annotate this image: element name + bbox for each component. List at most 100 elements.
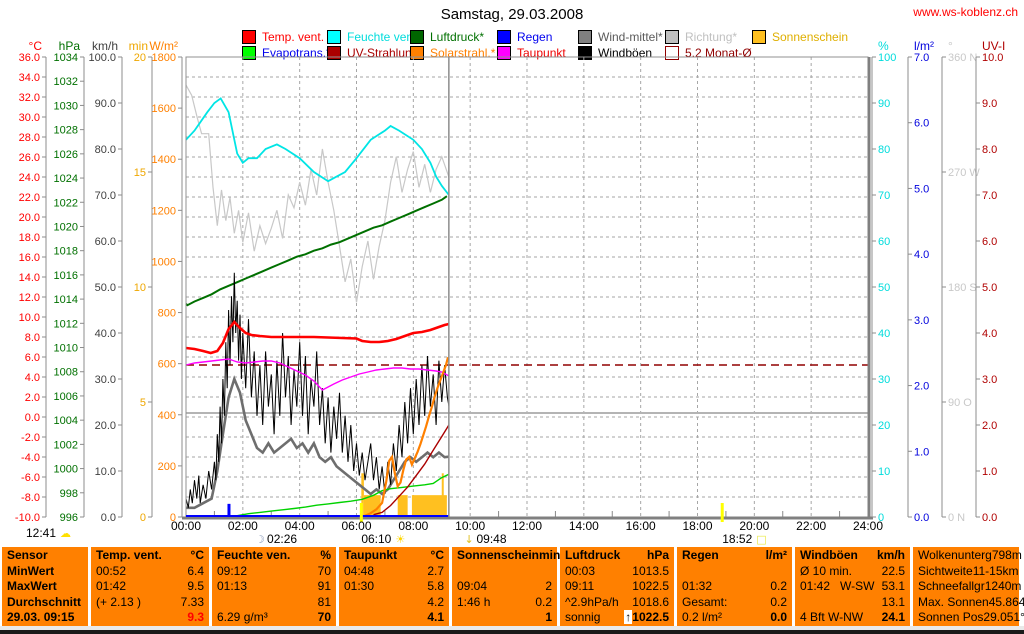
- svg-text:1024: 1024: [54, 173, 78, 185]
- table-cell: 2: [545, 579, 552, 593]
- svg-text:26.0: 26.0: [19, 152, 40, 164]
- table-col-sensor: Sensor MinWert MaxWert Durchschnitt 29.03. 0…: [2, 547, 88, 626]
- axis-hpa: hPa1034 1032 1030 1028 1026 1024 1022 1020 1018 1…: [54, 39, 85, 524]
- table-cell: Gesamt:: [682, 594, 728, 609]
- svg-text:1034: 1034: [54, 52, 78, 64]
- sun-icon: ☀: [395, 533, 405, 546]
- table-col-taupunkt: Taupunkt °C 04:48 2.7 01:30 5.8 4.2 4.1: [339, 547, 449, 626]
- table-cell: Sonnen Pos: [918, 610, 984, 624]
- table-cell: 6.29 g/m³: [217, 610, 268, 624]
- x-tick-label: 00:00: [171, 519, 201, 533]
- svg-text:20: 20: [878, 420, 890, 432]
- sun-cloud-icon: ☁: [60, 527, 71, 540]
- table-col-info: Wolkenunterg 798m Sichtweite 11-15km Schneef…: [913, 547, 1024, 626]
- svg-text:%: %: [878, 39, 889, 53]
- svg-text:09:48: 09:48: [476, 532, 506, 546]
- table-cell: min: [539, 548, 561, 562]
- svg-text:90.0: 90.0: [95, 98, 116, 110]
- table-cell: 11-15km: [972, 563, 1019, 578]
- svg-text:90 O: 90 O: [948, 397, 972, 409]
- window-edge-dark: [0, 630, 1024, 634]
- svg-text:180 S: 180 S: [948, 282, 977, 294]
- series-wind-mittel: [186, 375, 450, 510]
- weather-chart: °C36.0 34.0 32.0 30.0 28.0 26.0 24.0 22.0 20.0 18…: [15, 39, 1005, 546]
- sun-event-annotation: 06:10 ☀: [361, 532, 405, 546]
- axis-dir: °360 N270 W180 S90 O0 N: [941, 39, 980, 524]
- sunshine-bar: [411, 495, 447, 517]
- table-cell: °C: [190, 548, 204, 562]
- table-cell: 1013.5: [632, 563, 669, 578]
- table-cell: 45.864°: [988, 594, 1024, 609]
- sensor-summary-table: Sensor MinWert MaxWert Durchschnitt 29.03. 0…: [2, 547, 1024, 626]
- svg-text:7.0: 7.0: [982, 190, 997, 202]
- svg-text:1026: 1026: [54, 149, 78, 161]
- table-cell: (+ 2.13 ): [96, 594, 142, 609]
- svg-text:1400: 1400: [152, 154, 176, 166]
- svg-text:1030: 1030: [54, 100, 78, 112]
- svg-text:10.0: 10.0: [982, 52, 1003, 64]
- x-tick-label: 18:00: [682, 519, 712, 533]
- sun-event-annotation: 12:41 ☁: [26, 526, 71, 540]
- svg-text:°C: °C: [29, 39, 43, 53]
- svg-text:2.0: 2.0: [25, 392, 40, 404]
- svg-text:1018: 1018: [54, 246, 78, 258]
- svg-text:70.0: 70.0: [95, 190, 116, 202]
- table-cell: 53.1: [881, 579, 905, 593]
- moon-down-icon: ☽: [255, 533, 265, 546]
- weather-chart-page: Samstag, 29.03.2008 www.ws-koblenz.ch Te…: [0, 0, 1024, 634]
- svg-text:0.0: 0.0: [914, 512, 929, 524]
- svg-text:8.0: 8.0: [25, 332, 40, 344]
- svg-text:1002: 1002: [54, 439, 78, 451]
- table-cell: 00:03: [565, 563, 596, 578]
- svg-text:90: 90: [878, 98, 890, 110]
- table-cell: Schneefallgr: [918, 579, 985, 593]
- table-cell: 7.33: [180, 594, 204, 609]
- table-cell: 81: [317, 594, 331, 609]
- table-cell: 1240m: [984, 579, 1022, 593]
- table-cell: Wolkenunterg: [918, 548, 992, 562]
- table-cell: 01:42: [96, 579, 127, 593]
- svg-text:min: min: [129, 39, 148, 53]
- x-tick-label: 10:00: [455, 519, 485, 533]
- table-col-luftdruck: Luftdruck hPa 00:03 1013.5 09:11 1022.5 ^2.9hP…: [560, 547, 674, 626]
- svg-text:0 N: 0 N: [948, 512, 965, 524]
- svg-text:16.0: 16.0: [19, 252, 40, 264]
- svg-text:1.0: 1.0: [914, 446, 929, 458]
- svg-text:40.0: 40.0: [95, 328, 116, 340]
- series-richtung: [185, 84, 450, 303]
- svg-text:-8.0: -8.0: [21, 492, 40, 504]
- table-cell: 29.03. 09:15: [7, 610, 75, 624]
- table-cell: Luftdruck: [565, 548, 621, 562]
- svg-text:1016: 1016: [54, 270, 78, 282]
- table-cell: ^2.9hPa/h: [565, 594, 619, 609]
- svg-text:800: 800: [158, 308, 176, 320]
- table-cell: Temp. vent.: [96, 548, 162, 562]
- svg-text:1006: 1006: [54, 391, 78, 403]
- svg-text:6.0: 6.0: [982, 236, 997, 248]
- svg-text:-4.0: -4.0: [21, 452, 40, 464]
- svg-text:34.0: 34.0: [19, 72, 40, 84]
- table-cell: 1018.6: [632, 594, 669, 609]
- table-col-feuchte-ven-: Feuchte ven.% 09:12 70 01:13 91 81 6.29 g/m³ 70: [212, 547, 336, 626]
- svg-text:1200: 1200: [152, 205, 176, 217]
- table-cell: ↑1022.5: [624, 610, 669, 624]
- svg-text:1012: 1012: [54, 318, 78, 330]
- svg-text:5: 5: [140, 397, 146, 409]
- axis-wm2: W/m²180016001400120010008006004002000: [149, 39, 183, 524]
- table-cell: km/h: [876, 548, 905, 562]
- table-cell: 1022.5: [632, 579, 669, 593]
- table-cell: 91: [317, 579, 331, 593]
- table-col-regen: Regen l/m² 01:32 0.2 Gesamt: 0.2 0.2 l/m² 0.0: [677, 547, 792, 626]
- sunshine-bar: [441, 473, 444, 517]
- svg-text:1.0: 1.0: [982, 466, 997, 478]
- sun-event-annotation: 18:52 □: [722, 532, 766, 546]
- svg-text:°: °: [948, 39, 953, 53]
- table-cell: Taupunkt: [344, 548, 398, 562]
- svg-text:200: 200: [158, 461, 176, 473]
- svg-text:1022: 1022: [54, 197, 78, 209]
- svg-text:5.0: 5.0: [914, 183, 929, 195]
- svg-text:-10.0: -10.0: [15, 512, 40, 524]
- svg-text:20.0: 20.0: [95, 420, 116, 432]
- arrow-down-icon: ↓: [464, 533, 473, 546]
- svg-text:14.0: 14.0: [19, 272, 40, 284]
